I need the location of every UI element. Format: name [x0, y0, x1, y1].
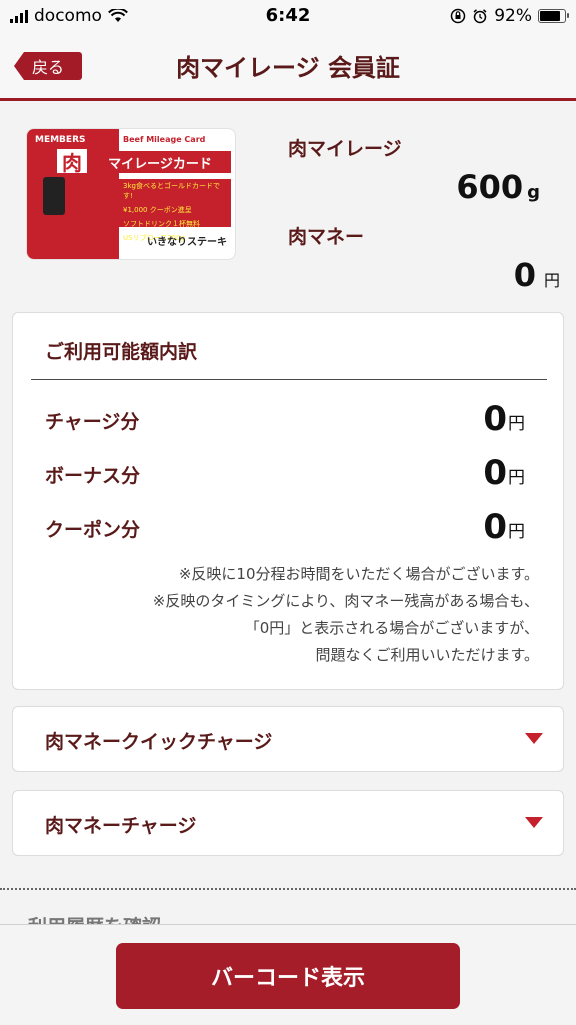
- money-label: 肉マネー: [288, 226, 365, 248]
- card-promo: 3kg食べるとゴールドカードです! ¥1,000 クーポン進呈 ソフトドリンク１…: [119, 179, 231, 242]
- bottom-bar: バーコード表示: [0, 924, 576, 1025]
- bonus-label: ボーナス分: [45, 465, 141, 487]
- chevron-down-icon: [525, 817, 543, 828]
- card-beef-text: Beef Mileage Card: [123, 135, 206, 144]
- dotted-divider: [0, 888, 576, 890]
- charge-label: チャージ分: [45, 411, 140, 433]
- orientation-lock-icon: [450, 8, 466, 24]
- battery-percent: 92%: [494, 6, 532, 26]
- charge-value: 0: [483, 399, 507, 439]
- money-unit: 円: [543, 271, 560, 290]
- status-right: 92%: [450, 6, 569, 26]
- breakdown-title: ご利用可能額内訳: [45, 341, 198, 363]
- membership-card-image: MEMBERS Beef Mileage Card 肉 マイレージカード 3kg…: [26, 128, 236, 260]
- page-title: 肉マイレージ 会員証: [176, 54, 400, 82]
- breakdown-notes: ※反映に10分程お時間をいただく場合がございます。 ※反映のタイミングにより、肉…: [152, 565, 539, 664]
- card-members-text: MEMBERS: [35, 135, 86, 145]
- card-kanji: 肉: [57, 149, 87, 175]
- barcode-button[interactable]: バーコード表示: [116, 943, 460, 1009]
- bonus-value: 0: [483, 453, 507, 493]
- bonus-unit: 円: [508, 468, 525, 488]
- mileage-unit: g: [527, 182, 540, 203]
- mileage-value: 600 g: [456, 168, 540, 206]
- divider: [31, 379, 547, 380]
- status-bar: docomo 6:42 92%: [0, 0, 576, 32]
- mileage-label: 肉マイレージ: [288, 138, 402, 160]
- phone-icon: [43, 177, 65, 215]
- charge-accordion-label: 肉マネーチャージ: [45, 815, 197, 837]
- card-brand: いきなりステーキ: [147, 237, 227, 248]
- quick-charge-accordion[interactable]: 肉マネークイックチャージ: [12, 706, 564, 772]
- quick-charge-label: 肉マネークイックチャージ: [45, 731, 273, 753]
- alarm-icon: [473, 9, 487, 24]
- coupon-label: クーポン分: [45, 519, 141, 541]
- charge-unit: 円: [508, 414, 525, 434]
- nav-bar: 戻る 肉マイレージ 会員証: [0, 32, 576, 101]
- money-value: 0円: [513, 256, 560, 294]
- chevron-down-icon: [525, 733, 543, 744]
- card-title: マイレージカード: [89, 151, 231, 173]
- charge-accordion[interactable]: 肉マネーチャージ: [12, 790, 564, 856]
- coupon-value: 0: [483, 507, 507, 547]
- battery-icon: [538, 9, 569, 23]
- coupon-unit: 円: [508, 522, 525, 542]
- breakdown-card: ご利用可能額内訳 チャージ分 0 円 ボーナス分 0 円 クーポン分 0 円 ※…: [12, 312, 564, 690]
